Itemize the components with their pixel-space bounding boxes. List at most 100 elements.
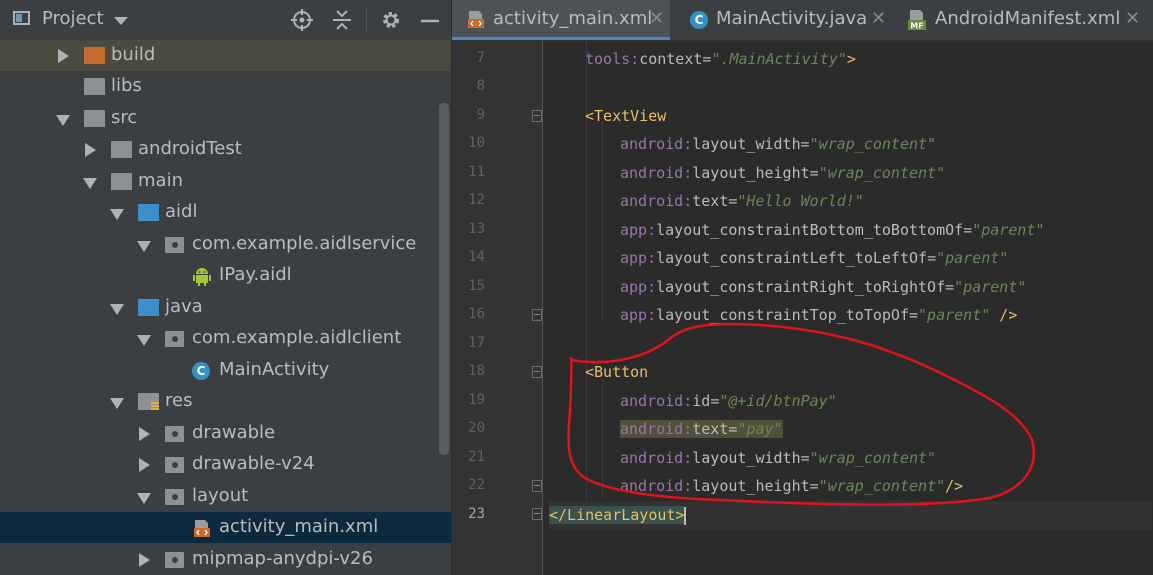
tree-item-java[interactable]: java — [0, 292, 451, 323]
xml-equals: = — [800, 135, 810, 153]
dropdown-caret-icon[interactable] — [114, 17, 128, 25]
xml-equals: = — [945, 278, 955, 296]
project-view-selector[interactable]: Project — [42, 8, 104, 29]
tree-item-res[interactable]: res — [0, 386, 451, 417]
xml-value: "wrap_content" — [809, 449, 937, 467]
xml-namespace: tools — [585, 50, 631, 68]
code-line-23[interactable]: </LinearLayout> — [549, 501, 1152, 529]
code-line-13[interactable]: app:layout_constraintBottom_toBottomOf="… — [620, 216, 1044, 244]
code-line-7[interactable]: tools:context=".MainActivity"> — [585, 45, 856, 73]
code-line-18[interactable]: <Button — [585, 358, 648, 386]
tab-label: AndroidManifest.xml — [935, 8, 1121, 29]
line-number: 23 — [468, 506, 485, 522]
tab-androidmanifest-xml[interactable]: MF AndroidManifest.xml ✕ — [896, 0, 1153, 40]
xml-namespace: app — [620, 221, 648, 239]
xml-colon: : — [683, 392, 693, 410]
gear-icon[interactable] — [380, 9, 402, 31]
xml-namespace: android — [620, 192, 684, 210]
code-line-16[interactable]: app:layout_constraintTop_toTopOf="parent… — [620, 301, 1017, 329]
collapse-arrow-icon[interactable] — [110, 398, 124, 409]
locate-icon[interactable] — [291, 9, 313, 31]
code-line-21[interactable]: android:layout_width="wrap_content" — [620, 444, 936, 472]
collapse-arrow-icon[interactable] — [137, 241, 151, 252]
header-separator — [366, 8, 367, 32]
xml-attribute: layout_constraintBottom_toBottomOf — [656, 221, 964, 239]
code-line-19[interactable]: android:id="@+id/btnPay" — [620, 387, 837, 415]
tree-item-androidtest[interactable]: androidTest — [0, 134, 451, 165]
collapse-arrow-icon[interactable] — [137, 493, 151, 504]
expand-arrow-icon[interactable] — [85, 143, 96, 157]
tab-mainactivity-java[interactable]: C MainActivity.java ✕ — [672, 0, 894, 40]
text-caret — [684, 506, 687, 525]
tree-item-label: com.example.aidlclient — [192, 327, 402, 348]
tree-item-mainactivity[interactable]: C MainActivity — [0, 355, 451, 386]
tree-item-main[interactable]: main — [0, 166, 451, 197]
tree-item-label: build — [111, 44, 156, 65]
tree-item-libs[interactable]: libs — [0, 71, 451, 102]
xml-attribute: context — [639, 50, 703, 68]
collapse-arrow-icon[interactable] — [83, 178, 97, 189]
folder-icon — [138, 299, 159, 316]
tree-item-layout[interactable]: layout — [0, 481, 451, 512]
close-tab-icon[interactable]: ✕ — [871, 8, 886, 29]
code-line-9[interactable]: <TextView — [585, 102, 666, 130]
xml-attribute: layout_width — [692, 449, 801, 467]
folder-icon — [138, 204, 159, 221]
tree-item-com-example-aidlservice[interactable]: com.example.aidlservice — [0, 229, 451, 260]
tree-item-com-example-aidlclient[interactable]: com.example.aidlclient — [0, 323, 451, 354]
tab-activity-main-xml[interactable]: activity_main.xml ✕ — [452, 0, 670, 40]
expand-arrow-icon[interactable] — [58, 49, 69, 63]
code-line-12[interactable]: android:text="Hello World!" — [620, 187, 864, 215]
line-number: 22 — [468, 477, 485, 493]
xml-tag-end: > — [846, 50, 856, 68]
code-line-22[interactable]: android:layout_height="wrap_content"/> — [620, 472, 963, 500]
tree-item-label: layout — [192, 485, 249, 506]
tree-item-src[interactable]: src — [0, 103, 451, 134]
xml-equals: = — [809, 164, 819, 182]
xml-namespace: app — [620, 249, 648, 267]
xml-tag-end: /> — [945, 477, 964, 495]
xml-attribute: layout_constraintLeft_toLeftOf — [656, 249, 928, 267]
expand-arrow-icon[interactable] — [139, 427, 150, 441]
collapse-all-icon[interactable] — [331, 9, 353, 31]
minimize-icon[interactable] — [419, 9, 441, 31]
expand-arrow-icon[interactable] — [139, 553, 150, 567]
fold-marker-icon[interactable] — [532, 309, 542, 321]
fold-marker-icon[interactable] — [532, 366, 542, 378]
xml-value: "parent" — [954, 278, 1027, 296]
collapse-arrow-icon[interactable] — [110, 209, 124, 220]
editor-tab-bar: activity_main.xml ✕ C MainActivity.java … — [452, 0, 1153, 41]
tree-item-build[interactable]: build — [0, 40, 451, 71]
collapse-arrow-icon[interactable] — [56, 115, 70, 126]
tree-item-aidl[interactable]: aidl — [0, 197, 451, 228]
tree-item-ipay-aidl[interactable]: IPay.aidl — [0, 260, 451, 291]
manifest-icon: MF — [908, 10, 926, 31]
fold-marker-icon[interactable] — [532, 110, 542, 122]
fold-marker-icon[interactable] — [532, 480, 542, 492]
tree-item-label: drawable-v24 — [192, 453, 315, 474]
expand-arrow-icon[interactable] — [139, 458, 150, 472]
tab-label: activity_main.xml — [493, 8, 653, 29]
close-tab-icon[interactable]: ✕ — [649, 8, 664, 29]
tree-item-activity-main-xml[interactable]: activity_main.xml — [0, 512, 451, 543]
code-line-11[interactable]: android:layout_height="wrap_content" — [620, 159, 945, 187]
manifest-icon-text: MF — [910, 22, 923, 31]
tree-item-mipmap-anydpi-v26[interactable]: mipmap-anydpi-v26 — [0, 544, 451, 575]
code-line-20[interactable]: android:text="pay" — [620, 415, 783, 443]
xml-colon: : — [647, 306, 657, 324]
code-line-14[interactable]: app:layout_constraintLeft_toLeftOf="pare… — [620, 244, 1008, 272]
tab-label: MainActivity.java — [716, 8, 868, 29]
fold-marker-icon[interactable] — [532, 508, 542, 520]
collapse-arrow-icon[interactable] — [110, 304, 124, 315]
close-tab-icon[interactable]: ✕ — [1125, 8, 1140, 29]
xml-attribute: layout_height — [692, 164, 810, 182]
tree-item-drawable[interactable]: drawable — [0, 418, 451, 449]
code-line-15[interactable]: app:layout_constraintRight_toRightOf="pa… — [620, 273, 1026, 301]
xml-colon: : — [683, 420, 693, 438]
project-scrollbar[interactable] — [439, 103, 449, 455]
tree-item-drawable-v24[interactable]: drawable-v24 — [0, 449, 451, 480]
code-line-10[interactable]: android:layout_width="wrap_content" — [620, 130, 936, 158]
tree-item-label: src — [111, 107, 138, 128]
collapse-arrow-icon[interactable] — [137, 335, 151, 346]
xml-colon: : — [647, 221, 657, 239]
